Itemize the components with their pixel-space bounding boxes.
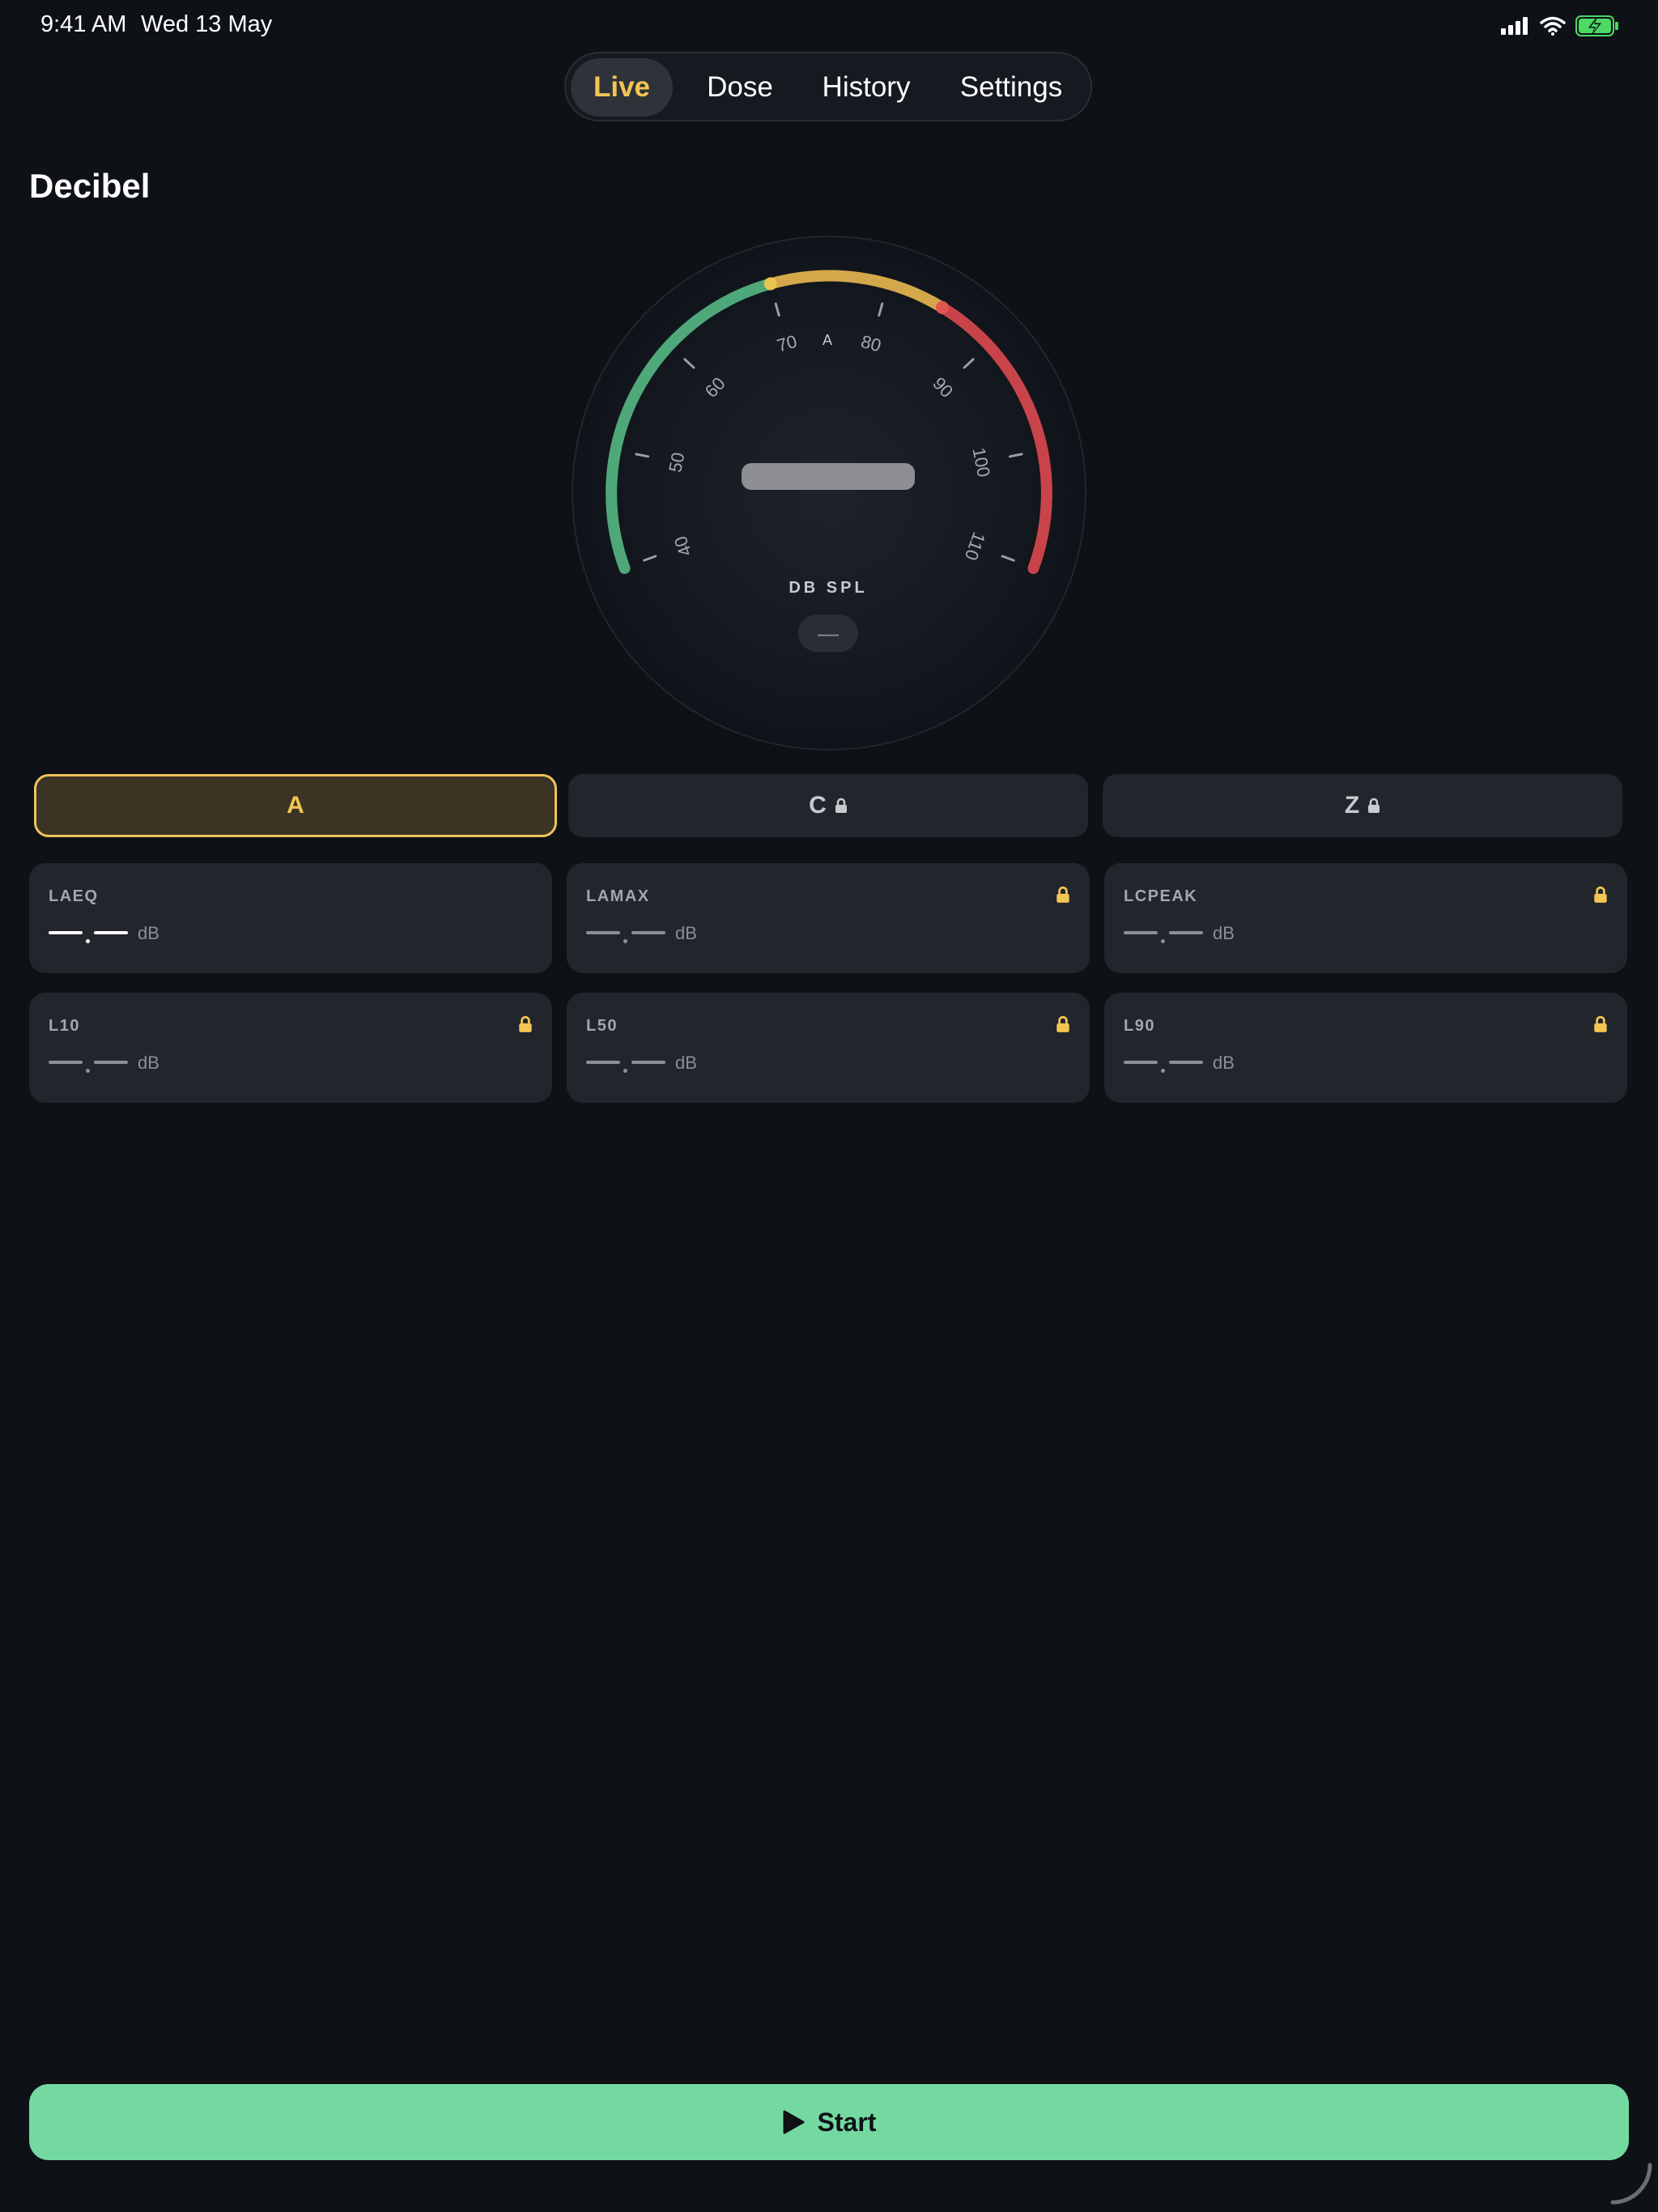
cellular-signal-icon [1501,17,1528,35]
metric-card-laeq: LAEQ dB [29,863,552,973]
metric-unit: dB [138,1053,159,1073]
gauge-tick-label: 50 [665,450,688,474]
metric-value: dB [586,923,748,949]
metric-label: L10 [49,1017,80,1035]
tab-dose[interactable]: Dose [689,58,791,117]
mode-tab-bar: Live Dose History Settings [564,52,1092,121]
gauge-marker-red [935,300,949,314]
tab-settings[interactable]: Settings [943,58,1079,117]
gauge-face [572,236,1086,751]
decibel-gauge: 40506070 8090100110 A DB SPL — [572,236,1086,751]
metric-label: L50 [586,1017,618,1035]
weighting-a-label: A [287,792,304,819]
gauge-weighting-indicator: A [823,332,832,348]
start-button[interactable]: Start [29,2084,1629,2160]
lock-icon [519,1015,532,1032]
metric-label: LCPEAK [1124,887,1198,905]
metric-card-lamax[interactable]: LAMAX dB [567,863,1090,973]
metric-card-l50[interactable]: L50 dB [567,993,1090,1103]
metric-unit: dB [1213,1053,1235,1073]
lock-icon [1056,886,1069,903]
metric-unit: dB [138,923,159,943]
status-date: Wed 13 May [141,11,273,37]
lock-icon [1594,886,1607,903]
gauge-reading-placeholder [742,463,915,490]
page-title: Decibel [29,167,151,205]
weighting-z-label: Z [1344,792,1360,819]
lock-icon [1368,798,1380,813]
weighting-z-button[interactable]: Z [1103,774,1622,837]
weighting-a-button[interactable]: A [34,774,557,837]
status-time: 9:41 AM [40,11,127,37]
lock-icon [1594,1015,1607,1032]
start-button-label: Start [817,2107,877,2137]
status-icons [1501,15,1619,37]
corner-arc-decoration [1610,2163,1652,2205]
play-icon [783,2110,805,2134]
tab-history[interactable]: History [806,58,927,117]
gauge-marker-yellow [763,277,777,291]
gauge-unit-label: DB SPL [789,579,867,597]
tab-live[interactable]: Live [571,58,673,117]
weighting-c-label: C [809,792,827,819]
lock-icon [835,798,847,813]
metric-card-l90[interactable]: L90 dB [1104,993,1627,1103]
metric-label: LAMAX [586,887,650,905]
gauge-mode-value: — [818,621,839,645]
metric-value: dB [49,1053,210,1078]
metric-unit: dB [1213,923,1235,943]
metric-unit: dB [675,1053,697,1073]
metric-value: dB [586,1053,748,1078]
metric-label: LAEQ [49,887,99,905]
battery-charging-icon [1575,15,1618,36]
lock-icon [1056,1015,1069,1032]
frequency-weighting-selector: A C Z [34,774,1622,837]
metric-card-l10[interactable]: L10 dB [29,993,552,1103]
wifi-icon [1540,16,1566,36]
metric-unit: dB [675,923,697,943]
metric-card-lcpeak[interactable]: LCPEAK dB [1104,863,1627,973]
metric-value: dB [1124,1053,1286,1078]
metric-value: dB [1124,923,1286,949]
metric-value: dB [49,923,210,949]
metric-label: L90 [1124,1017,1155,1035]
weighting-c-button[interactable]: C [568,774,1088,837]
status-bar: 9:41 AM Wed 13 May [0,0,1658,52]
